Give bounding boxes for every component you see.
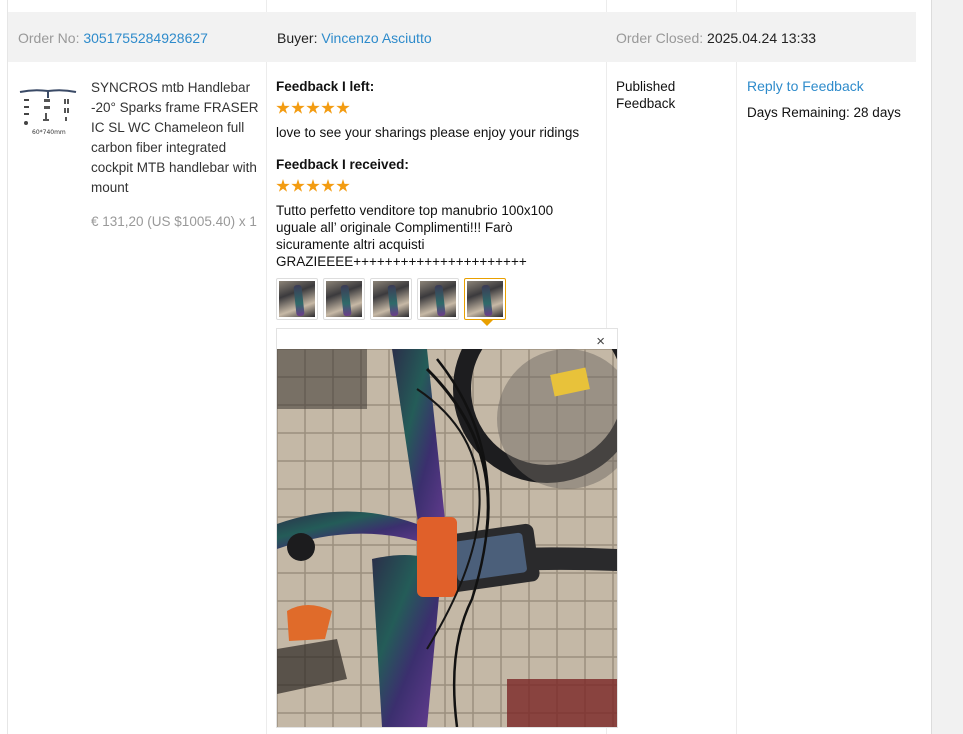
order-header-row: Order No: 3051755284928627 Buyer: Vincen… [8,12,916,62]
star-icon [336,179,350,192]
days-remaining: Days Remaining: 28 days [747,105,901,120]
close-icon[interactable]: × [596,333,605,350]
feedback-left-text: love to see your sharings please enjoy y… [276,125,580,140]
review-photo-thumbnail-5[interactable] [464,278,506,320]
feedback-status: Published Feedback [616,78,675,112]
order-closed-date: 2025.04.24 13:33 [707,30,817,46]
feedback-left-stars [276,101,350,115]
feedback-left-heading: Feedback I left: [276,79,375,94]
review-photo-thumbnail-2[interactable] [323,278,365,320]
column-divider [266,0,267,734]
product-price: € 131,20 (US $1005.40) x 1 [91,214,257,229]
order-closed: Order Closed: 2025.04.24 13:33 [616,12,816,62]
feedback-received-text: Tutto perfetto venditore top manubrio 10… [276,202,553,270]
table-left-border [7,0,8,734]
status-line: Published [616,79,676,94]
scrollbar[interactable] [931,0,963,734]
reply-to-feedback-link[interactable]: Reply to Feedback [747,78,864,94]
feedback-received-stars [276,179,350,193]
feedback-received-line: sicuramente altri acquisti [276,237,425,252]
star-icon [291,101,305,114]
feedback-received-heading: Feedback I received: [276,157,409,172]
order-closed-label: Order Closed: [616,30,704,46]
buyer-link[interactable]: Vincenzo Asciutto [321,30,431,46]
order-number-link[interactable]: 3051755284928627 [83,30,208,46]
star-icon [321,179,335,192]
order-number-label: Order No: [18,30,80,46]
star-icon [336,101,350,114]
product-thumbnail[interactable]: 60*740mm [19,84,77,136]
review-photo-large [277,349,617,727]
star-icon [276,101,290,114]
active-photo-pointer [480,319,494,326]
review-photo-thumbnail-3[interactable] [370,278,412,320]
star-icon [276,179,290,192]
thumbnail-caption: 60*740mm [32,129,66,136]
status-line: Feedback [616,96,676,111]
star-icon [306,101,320,114]
order-number: Order No: 3051755284928627 [18,12,208,62]
star-icon [321,101,335,114]
buyer-label: Buyer: [277,30,318,46]
column-divider [736,0,737,734]
feedback-received-line: GRAZIEEEE++++++++++++++++++++++ [276,254,527,269]
review-photo-thumbnail-1[interactable] [276,278,318,320]
buyer: Buyer: Vincenzo Asciutto [277,12,432,62]
product-title[interactable]: SYNCROS mtb Handlebar -20° Sparks frame … [91,78,261,198]
star-icon [291,179,305,192]
review-photo-thumbnail-4[interactable] [417,278,459,320]
feedback-received-line: uguale all’ originale Complimenti!!! Far… [276,220,513,235]
feedback-received-line: Tutto perfetto venditore top manubrio 10… [276,203,554,218]
star-icon [306,179,320,192]
photo-preview-panel: × [276,328,618,728]
